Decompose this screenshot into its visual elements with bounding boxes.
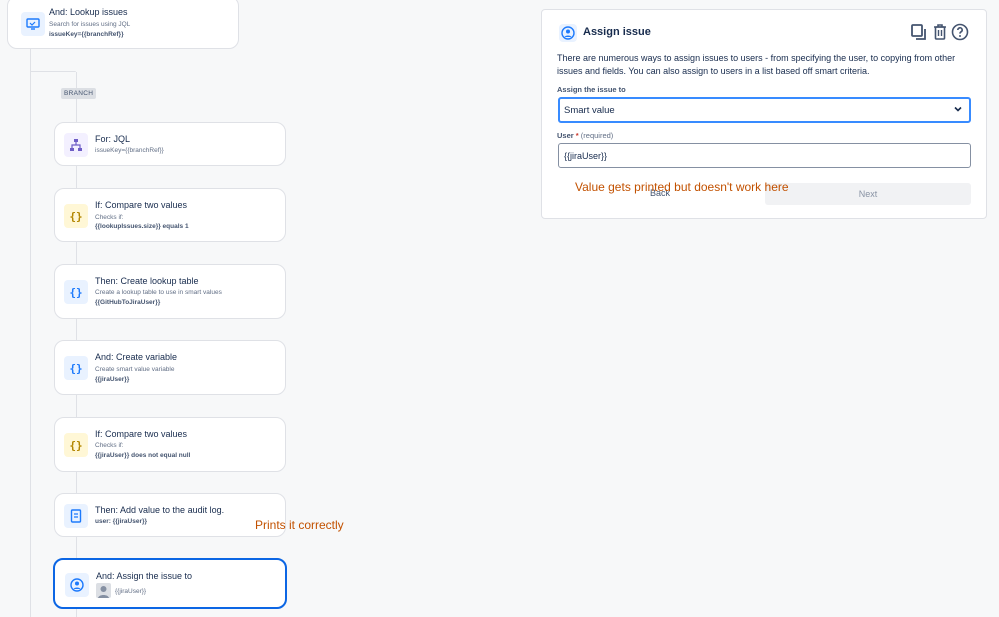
panel-description: There are numerous ways to assign issues…	[557, 53, 956, 76]
user-input-value: {{jiraUser}}	[564, 151, 608, 161]
card-subtitle: Checks if:	[95, 442, 124, 449]
card-title: And: Lookup issues	[49, 7, 128, 17]
chevron-down-icon	[954, 106, 962, 112]
curly-braces-icon: {}	[64, 356, 88, 380]
user-label-text: User	[557, 131, 574, 140]
required-star: *	[575, 131, 579, 140]
card-title: Then: Add value to the audit log.	[95, 505, 225, 515]
flow-connector	[30, 48, 31, 617]
assign-to-select[interactable]: Smart value	[558, 97, 971, 123]
component-card-assign-issue[interactable]: And: Assign the issue to {{jiraUser}}	[53, 558, 287, 609]
user-field-label: User * (required)	[557, 131, 613, 140]
card-detail: {{GitHubToJiraUser}}	[95, 299, 161, 306]
card-subtitle: Create a lookup table to use in smart va…	[95, 289, 222, 296]
card-detail: {{jiraUser}}	[95, 376, 130, 383]
branch-badge: BRANCH	[61, 88, 97, 99]
card-detail: {{lookupIssues.size}} equals 1	[95, 223, 189, 230]
component-card-compare-values[interactable]: {} If: Compare two values Checks if: {{l…	[54, 188, 286, 242]
next-button[interactable]: Next	[765, 183, 971, 205]
panel-title: Assign issue	[583, 26, 651, 38]
component-card-create-lookup-table[interactable]: {} Then: Create lookup table Create a lo…	[54, 264, 286, 319]
card-title: If: Compare two values	[95, 200, 188, 210]
card-subtitle: issueKey={{branchRef}}	[95, 147, 164, 154]
curly-braces-icon: {}	[64, 433, 88, 457]
audit-log-icon	[64, 504, 88, 528]
component-card-for-jql[interactable]: For: JQL issueKey={{branchRef}}	[54, 122, 286, 166]
assign-user-icon	[559, 24, 577, 42]
assign-to-label: Assign the issue to	[557, 85, 626, 94]
user-input[interactable]: {{jiraUser}}	[558, 143, 971, 168]
card-detail: user: {{jiraUser}}	[95, 518, 148, 525]
assign-to-value: Smart value	[564, 105, 615, 116]
component-card-compare-values[interactable]: {} If: Compare two values Checks if: {{j…	[54, 417, 286, 472]
delete-icon[interactable]	[931, 23, 949, 41]
card-title: And: Create variable	[95, 352, 178, 362]
card-subtitle: Create smart value variable	[95, 366, 175, 373]
card-subtitle: Search for issues using JQL	[49, 21, 131, 28]
help-icon[interactable]	[951, 23, 969, 41]
avatar	[96, 583, 111, 598]
lookup-icon	[21, 12, 45, 36]
component-card-create-variable[interactable]: {} And: Create variable Create smart val…	[54, 340, 286, 395]
card-title: Then: Create lookup table	[95, 276, 199, 286]
card-detail: issueKey={{branchRef}}	[49, 31, 124, 38]
branch-tree-icon	[64, 133, 88, 157]
component-card-audit-log[interactable]: Then: Add value to the audit log. user: …	[54, 493, 286, 537]
curly-braces-icon: {}	[64, 204, 88, 228]
card-title: And: Assign the issue to	[96, 571, 193, 581]
required-text: (required)	[580, 131, 614, 140]
card-detail: {{jiraUser}} does not equal null	[95, 452, 191, 459]
assign-user-icon	[65, 573, 89, 597]
card-title: If: Compare two values	[95, 429, 188, 439]
duplicate-icon[interactable]	[910, 23, 928, 41]
card-title: For: JQL	[95, 134, 131, 144]
annotation-left: Prints it correctly	[255, 518, 344, 532]
annotation-right: Value gets printed but doesn't work here	[575, 180, 789, 194]
card-subtitle: {{jiraUser}}	[115, 588, 147, 595]
branch-connector	[30, 71, 76, 72]
curly-braces-icon: {}	[64, 280, 88, 304]
card-subtitle: Checks if:	[95, 214, 124, 221]
component-card-lookup-issues[interactable]: And: Lookup issues Search for issues usi…	[7, 0, 239, 49]
